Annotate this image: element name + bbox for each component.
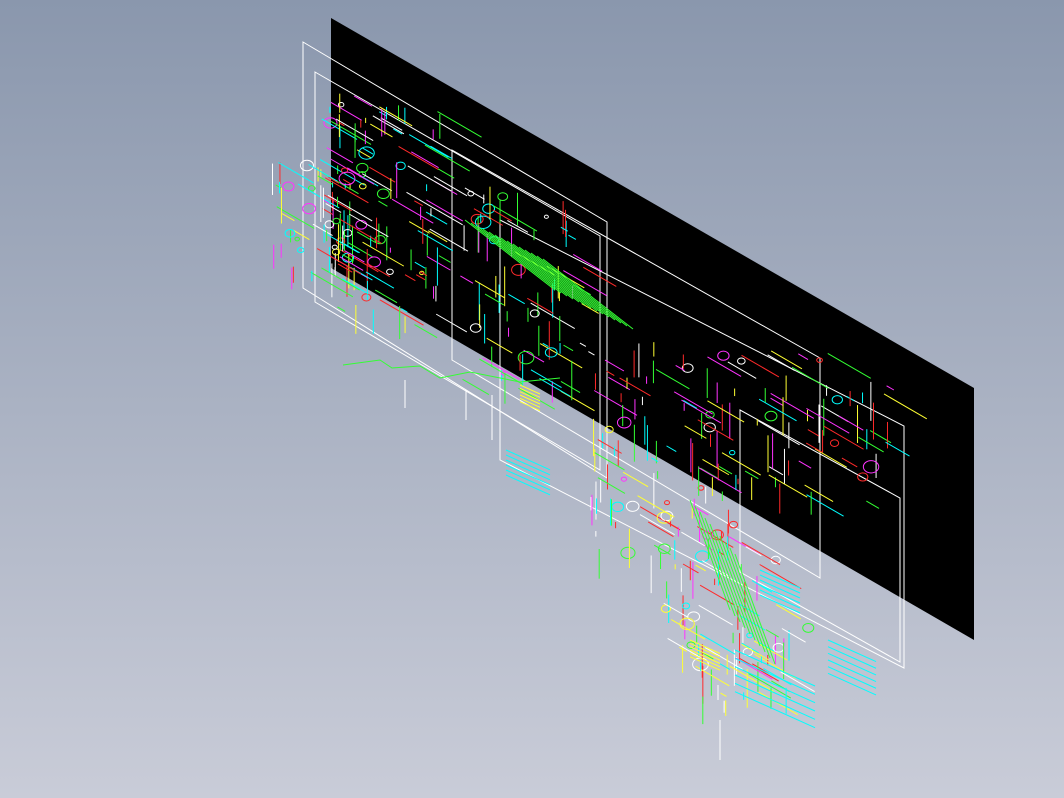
cad-3d-viewport[interactable] <box>0 0 1064 798</box>
cad-drawing-scene[interactable] <box>0 0 1064 798</box>
